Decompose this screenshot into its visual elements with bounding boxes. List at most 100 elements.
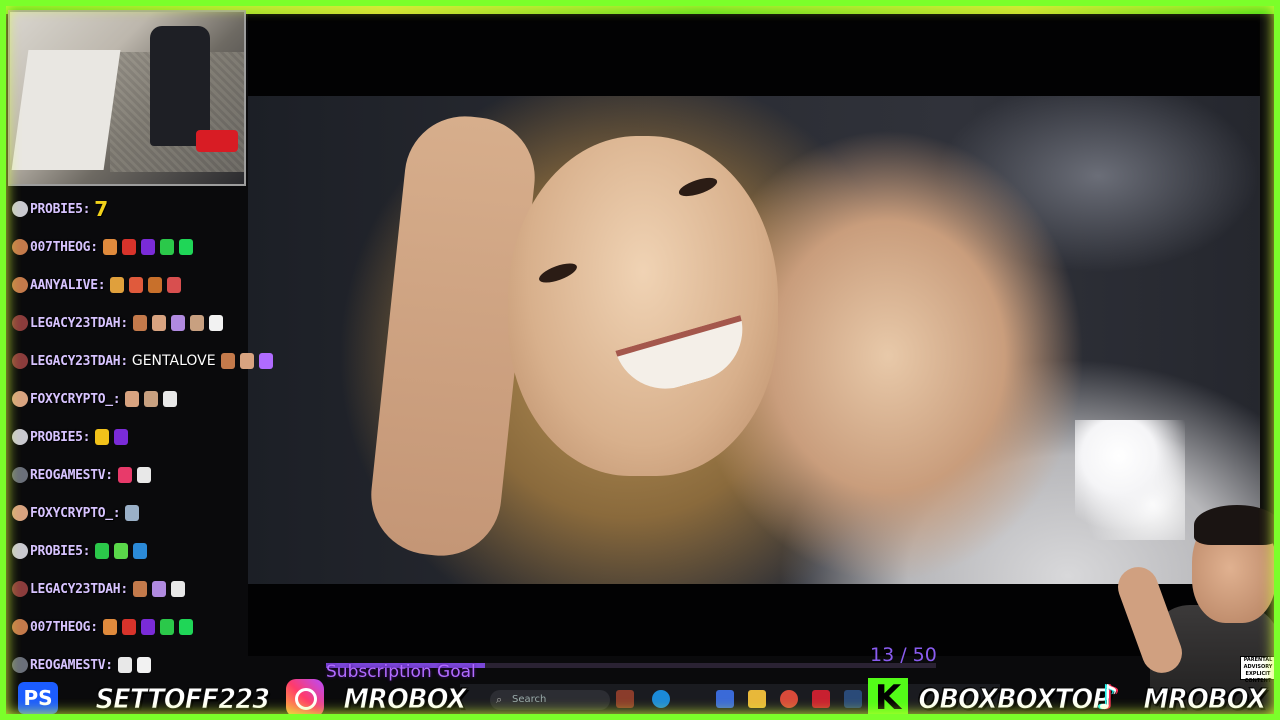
chat-username: AANYALIVE:: [30, 277, 106, 293]
social-playstation: PS SETTOFF223: [18, 676, 277, 720]
chat-username: LEGACY23TDAH:: [30, 581, 128, 597]
chat-emote-icon: [125, 391, 140, 407]
instagram-handle: MROBOX: [343, 681, 467, 715]
chat-emote-icon: [102, 239, 117, 255]
chrome-icon[interactable]: [780, 690, 798, 708]
chat-emote-icon: [148, 277, 163, 293]
social-kick: K OBOXBOXTOP: [868, 676, 1119, 720]
chat-username: REOGAMESTV:: [30, 657, 113, 673]
chat-emote-icon: [121, 619, 136, 635]
chat-username: FOXYCRYPTO_:: [30, 505, 121, 521]
chat-message: 007THEOG:: [8, 614, 193, 640]
chat-emote-icon: [121, 239, 136, 255]
chat-message: FOXYCRYPTO_:: [8, 500, 140, 526]
chat-avatar: [12, 657, 28, 673]
chat-emote-icon: [132, 581, 147, 597]
chat-emote-icon: [170, 581, 185, 597]
edge-browser-icon[interactable]: [652, 690, 670, 708]
webcam-red-object: [196, 130, 238, 152]
chat-emote-icon: [95, 429, 110, 445]
chat-emote-icon: [136, 657, 151, 673]
chat-emote-icon: [95, 543, 110, 559]
chat-avatar: [12, 543, 28, 559]
taskbar-search-placeholder: Search: [512, 694, 547, 705]
chat-emote-icon: [167, 277, 182, 293]
search-icon: ⌕: [496, 693, 503, 706]
chat-emote-icon: [140, 619, 155, 635]
chat-emote-icon: [258, 353, 273, 369]
chat-avatar: [12, 201, 28, 217]
webcam-desk: [11, 50, 121, 170]
chat-username: LEGACY23TDAH:: [30, 353, 128, 369]
chat-username: REOGAMESTV:: [30, 467, 113, 483]
social-instagram: MROBOX: [286, 676, 471, 720]
social-tiktok: ♪ MROBOX: [1090, 676, 1271, 720]
chat-avatar: [12, 581, 28, 597]
chat-username: 007THEOG:: [30, 239, 98, 255]
taskbar-red-app-icon[interactable]: [812, 690, 830, 708]
photo-face: [508, 136, 778, 476]
steam-icon[interactable]: [844, 690, 862, 708]
chat-message: LEGACY23TDAH:: [8, 310, 223, 336]
chat-emote-icon: [159, 619, 174, 635]
chat-avatar: [12, 315, 28, 331]
chat-username: PROBIE5:: [30, 543, 91, 559]
webcam-feed: [8, 10, 246, 186]
chat-emote-icon: [114, 543, 129, 559]
chat-avatar: [12, 505, 28, 521]
chat-avatar: [12, 391, 28, 407]
taskbar-app-icon[interactable]: [616, 690, 634, 708]
chat-emote-icon: [140, 239, 155, 255]
chat-overlay: PROBIE5: 7 007THEOG: AANYALIVE: LEGACY23TDAH…: [8, 192, 273, 680]
chat-emote-icon: [136, 467, 151, 483]
chat-username: PROBIE5:: [30, 429, 91, 445]
tiktok-handle: MROBOX: [1143, 681, 1267, 715]
chat-username: FOXYCRYPTO_:: [30, 391, 121, 407]
kick-handle: OBOXBOXTOP: [918, 681, 1112, 715]
chat-username: 007THEOG:: [30, 619, 98, 635]
chat-emote-icon: [170, 315, 185, 331]
tiktok-icon: ♪: [1097, 678, 1119, 718]
chat-message: REOGAMESTV:: [8, 462, 151, 488]
playstation-handle: SETTOFF223: [95, 681, 270, 715]
chat-emote-icon: [133, 543, 148, 559]
chat-emote-icon: [208, 315, 223, 331]
chat-emote-icon: [132, 315, 147, 331]
chat-message: 007THEOG:: [8, 234, 193, 260]
playstation-icon: PS: [18, 682, 58, 714]
store-icon[interactable]: [716, 690, 734, 708]
taskbar-search[interactable]: ⌕ Search: [490, 690, 610, 710]
chat-emote-icon: [178, 619, 193, 635]
chat-emote-icon: [151, 581, 166, 597]
chat-emote-icon: [125, 505, 140, 521]
chat-username: LEGACY23TDAH:: [30, 315, 128, 331]
parental-advisory-logo: PARENTAL ADVISORY EXPLICIT CONTENT: [1240, 656, 1276, 684]
chat-message-text: GENTALOVE: [131, 353, 216, 369]
chat-message: LEGACY23TDAH: GENTALOVE: [8, 348, 273, 374]
chat-avatar: [12, 277, 28, 293]
chat-emote-icon: [117, 657, 132, 673]
chat-emote-icon: [239, 353, 254, 369]
webcam-chair: [150, 26, 210, 146]
chat-emote-icon: [220, 353, 235, 369]
chat-message: PROBIE5: 7: [8, 196, 108, 222]
chat-emote-icon: [144, 391, 159, 407]
chat-avatar: [12, 619, 28, 635]
chat-emote-icon: [163, 391, 178, 407]
chat-emote-icon: [117, 467, 132, 483]
chat-emote-icon: [159, 239, 174, 255]
folder-icon[interactable]: [748, 690, 766, 708]
chat-avatar: [12, 239, 28, 255]
chat-avatar: [12, 353, 28, 369]
chat-message: LEGACY23TDAH:: [8, 576, 185, 602]
chat-message-text: 7: [94, 197, 109, 221]
chat-message: REOGAMESTV:: [8, 652, 151, 678]
chat-avatar: [12, 467, 28, 483]
chat-emote-icon: [102, 619, 117, 635]
chat-message: PROBIE5:: [8, 424, 129, 450]
goal-count: 13 / 50: [870, 644, 937, 666]
chat-username: PROBIE5:: [30, 201, 91, 217]
chat-emote-icon: [151, 315, 166, 331]
chat-message: AANYALIVE:: [8, 272, 182, 298]
chat-emote-icon: [178, 239, 193, 255]
